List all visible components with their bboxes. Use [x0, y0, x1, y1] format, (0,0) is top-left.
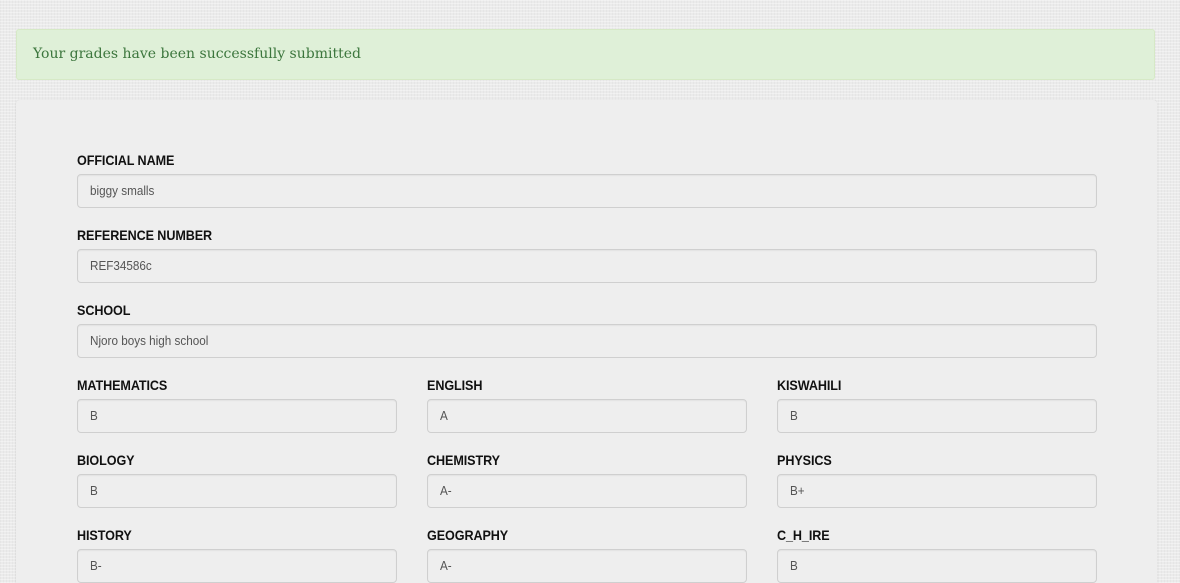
history-value: B- — [90, 558, 102, 573]
mathematics-label: MATHEMATICS — [77, 377, 168, 393]
c-h-ire-input[interactable]: B — [777, 549, 1097, 583]
physics-input[interactable]: B+ — [777, 474, 1097, 508]
school-value: Njoro boys high school — [90, 333, 209, 348]
kiswahili-input[interactable]: B — [777, 399, 1097, 433]
success-alert-message: Your grades have been successfully submi… — [33, 46, 361, 62]
success-alert: Your grades have been successfully submi… — [16, 29, 1155, 80]
physics-label: PHYSICS — [777, 452, 832, 468]
official-name-value: biggy smalls — [90, 183, 155, 198]
english-label: ENGLISH — [427, 377, 483, 393]
biology-value: B — [90, 483, 98, 498]
reference-number-value: REF34586c — [90, 258, 152, 273]
grades-form-panel: OFFICIAL NAME biggy smalls REFERENCE NUM… — [16, 100, 1157, 583]
english-value: A — [440, 408, 448, 423]
mathematics-value: B — [90, 408, 98, 423]
c-h-ire-label: C_H_IRE — [777, 527, 830, 543]
chemistry-value: A- — [440, 483, 452, 498]
kiswahili-label: KISWAHILI — [777, 377, 842, 393]
reference-number-input[interactable]: REF34586c — [77, 249, 1097, 283]
chemistry-label: CHEMISTRY — [427, 452, 500, 468]
geography-label: GEOGRAPHY — [427, 527, 509, 543]
biology-input[interactable]: B — [77, 474, 397, 508]
mathematics-input[interactable]: B — [77, 399, 397, 433]
english-input[interactable]: A — [427, 399, 747, 433]
geography-value: A- — [440, 558, 452, 573]
official-name-input[interactable]: biggy smalls — [77, 174, 1097, 208]
biology-label: BIOLOGY — [77, 452, 135, 468]
c-h-ire-value: B — [790, 558, 798, 573]
reference-number-label: REFERENCE NUMBER — [77, 227, 213, 243]
official-name-label: OFFICIAL NAME — [77, 152, 175, 168]
history-label: HISTORY — [77, 527, 132, 543]
physics-value: B+ — [790, 483, 805, 498]
chemistry-input[interactable]: A- — [427, 474, 747, 508]
school-input[interactable]: Njoro boys high school — [77, 324, 1097, 358]
kiswahili-value: B — [790, 408, 798, 423]
geography-input[interactable]: A- — [427, 549, 747, 583]
history-input[interactable]: B- — [77, 549, 397, 583]
school-label: SCHOOL — [77, 302, 131, 318]
